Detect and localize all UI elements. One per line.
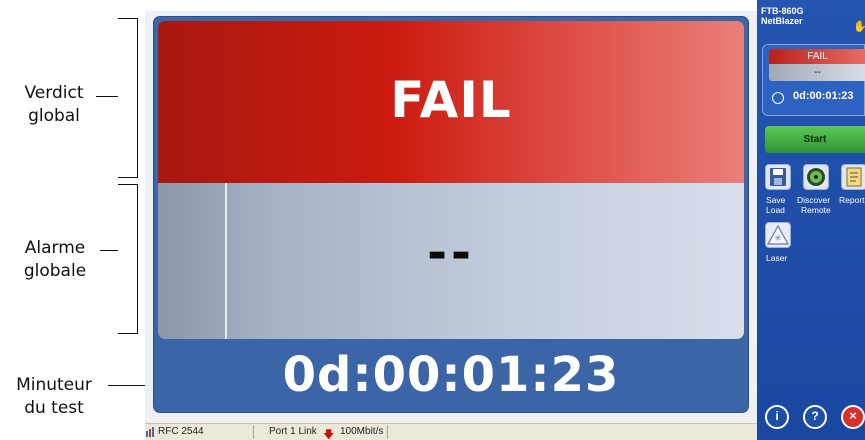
tool-label-line1: Discover: [797, 195, 831, 205]
hand-cursor-icon: ✋: [853, 21, 865, 33]
status-test-name: RFC 2544: [158, 426, 204, 437]
annotation-timer-line2: du test: [24, 398, 84, 418]
annotation-verdict: Verdict global: [14, 82, 94, 128]
annotation-verdict-pointer: [96, 96, 118, 97]
tool-label-line2: Load: [766, 205, 785, 215]
info-button[interactable]: i: [765, 405, 789, 429]
status-separator: [253, 425, 254, 439]
tool-label-line2: Remote: [801, 205, 831, 215]
start-button[interactable]: Start: [765, 126, 865, 153]
test-type-icon: [146, 427, 154, 437]
global-verdict-area: FAIL: [158, 21, 744, 183]
report-icon: [846, 167, 862, 187]
global-verdict-text: FAIL: [390, 71, 512, 129]
annotation-timer-line1: Minuteur: [16, 375, 92, 395]
test-timer-text: 0d:00:01:23: [282, 347, 620, 403]
device-label: FTB-860G NetBlazer: [761, 6, 804, 26]
annotation-verdict-line1: Verdict: [24, 83, 84, 103]
laser-icon: ✳: [766, 224, 790, 245]
right-sidebar: FTB-860G NetBlazer ✋ FAIL -- 0d:00:01:23…: [757, 0, 865, 440]
help-icon: ?: [811, 409, 819, 423]
annotation-verdict-bracket: [118, 18, 138, 178]
stopwatch-icon: [772, 92, 784, 104]
status-port-link: Port 1 Link: [269, 426, 317, 437]
help-button[interactable]: ?: [803, 405, 827, 429]
svg-text:✳: ✳: [774, 234, 782, 244]
status-separator: [387, 425, 388, 439]
global-alarm-text: --: [427, 225, 475, 281]
save-load-label: Save Load: [766, 195, 785, 215]
mini-alarm: --: [769, 64, 865, 81]
report-button[interactable]: [841, 164, 865, 190]
annotation-timer: Minuteur du test: [2, 374, 106, 420]
link-down-arrow-icon: 🡇: [323, 429, 335, 440]
laser-label: Laser: [766, 253, 788, 263]
tool-label-line1: Save: [766, 195, 786, 205]
annotation-alarm: Alarme globale: [12, 237, 98, 283]
report-label: Report: [839, 195, 865, 205]
summary-panel: FAIL -- 0d:00:01:23: [153, 16, 749, 413]
status-link-speed: 100Mbit/s: [340, 426, 384, 437]
save-load-button[interactable]: [765, 164, 791, 190]
annotation-alarm-bracket: [118, 184, 138, 334]
discover-remote-label: Discover Remote: [797, 195, 831, 215]
discover-remote-button[interactable]: [803, 164, 829, 190]
save-load-icon: [770, 168, 786, 186]
annotation-alarm-line2: globale: [23, 261, 87, 281]
annotation-alarm-pointer: [100, 250, 118, 251]
annotation-verdict-line2: global: [28, 106, 80, 126]
close-icon: ×: [849, 408, 857, 423]
global-alarm-area: --: [158, 183, 744, 339]
mini-timer: 0d:00:01:23: [793, 90, 854, 102]
device-name: NetBlazer: [761, 16, 803, 26]
status-bar: RFC 2544 Port 1 Link 🡇 100Mbit/s: [145, 423, 757, 440]
mini-summary-panel[interactable]: FAIL -- 0d:00:01:23: [762, 44, 865, 116]
discover-remote-icon: [807, 168, 825, 186]
laser-button[interactable]: ✳: [765, 222, 791, 248]
test-application: FAIL -- 0d:00:01:23 RFC 2544 Port 1 Link…: [145, 11, 757, 440]
close-button[interactable]: ×: [841, 405, 865, 429]
info-icon: i: [775, 409, 779, 423]
annotation-alarm-line1: Alarme: [24, 238, 86, 258]
mini-verdict: FAIL: [769, 49, 865, 64]
device-model: FTB-860G: [761, 6, 804, 16]
